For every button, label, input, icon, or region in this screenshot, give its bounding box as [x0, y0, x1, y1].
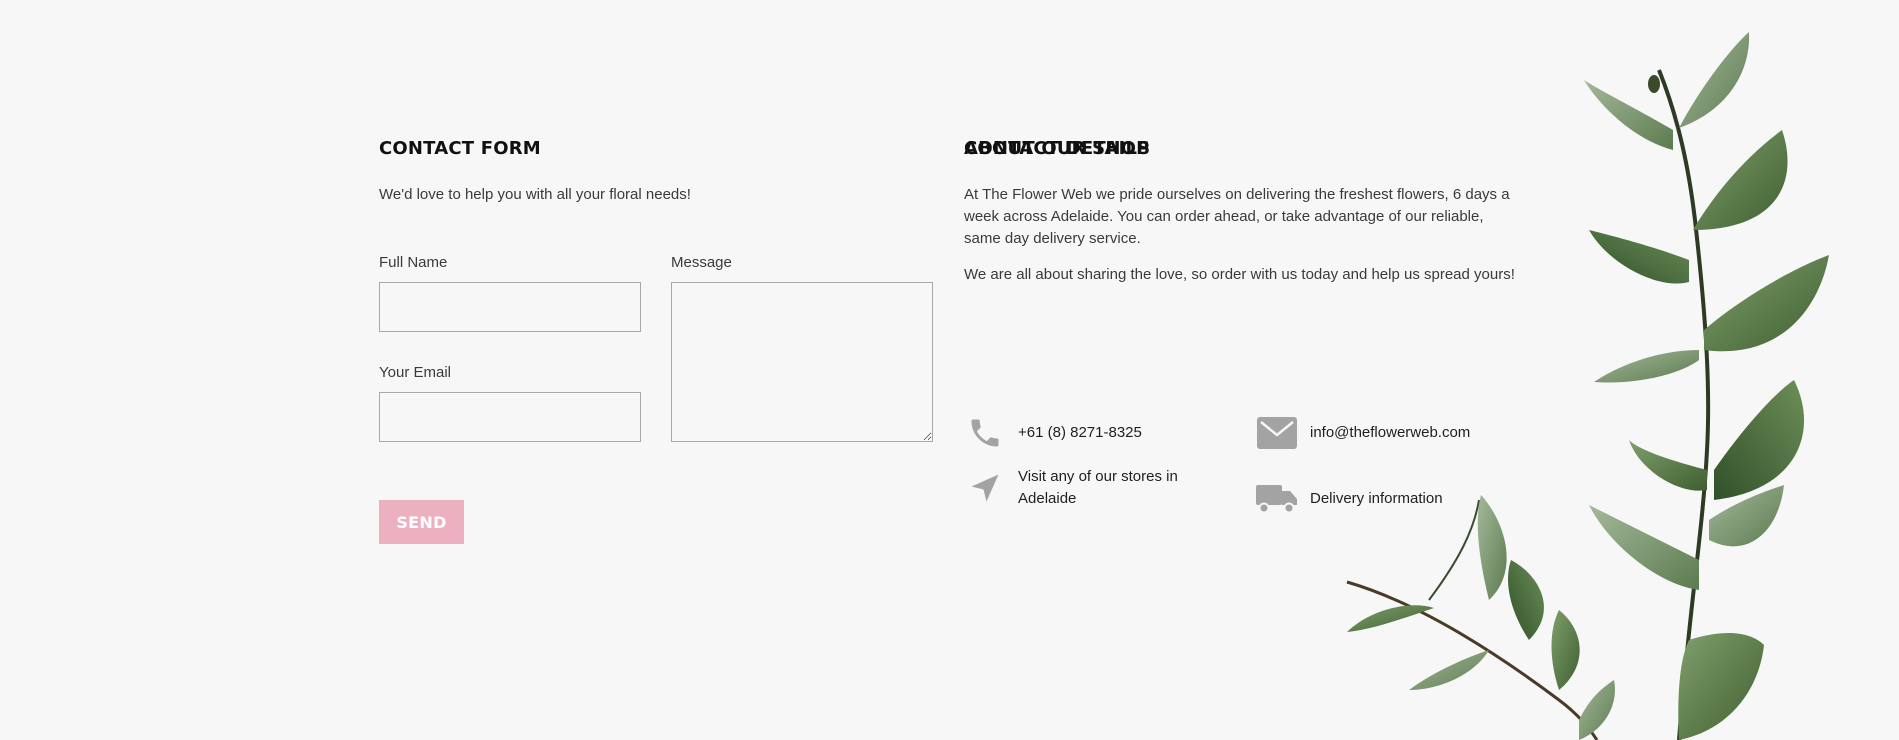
contact-stores[interactable]: Visit any of our stores in Adelaide [964, 466, 1208, 510]
eucalyptus-plant-image [1346, 32, 1829, 740]
contact-form-intro: We'd love to help you with all your flor… [379, 186, 691, 203]
email-label: Your Email [379, 364, 451, 381]
contact-form-title: CONTACT FORM [379, 138, 541, 159]
contact-details-title: CONTACT DETAILS [964, 138, 1151, 159]
email-text: info@theflowerweb.com [1310, 424, 1471, 441]
delivery-text: Delivery information [1310, 490, 1443, 507]
contact-page: CONTACT FORM We'd love to help you with … [0, 0, 1899, 740]
location-arrow-icon [964, 467, 1006, 509]
about-paragraph-1: At The Flower Web we pride ourselves on … [964, 186, 1510, 247]
phone-text: +61 (8) 8271-8325 [1018, 424, 1142, 441]
contact-email[interactable]: info@theflowerweb.com [1256, 412, 1470, 454]
message-label: Message [671, 254, 732, 271]
about-paragraph-2: We are all about sharing the love, so or… [964, 266, 1515, 283]
message-textarea[interactable] [671, 282, 933, 442]
truck-icon [1256, 478, 1298, 520]
contact-delivery[interactable]: Delivery information [1256, 478, 1443, 520]
stores-text: Visit any of our stores in Adelaide [1018, 468, 1178, 507]
send-button[interactable]: SEND [379, 500, 464, 544]
email-input[interactable] [379, 392, 641, 442]
envelope-icon [1256, 412, 1298, 454]
phone-icon [964, 412, 1006, 454]
full-name-label: Full Name [379, 254, 448, 271]
contact-phone[interactable]: +61 (8) 8271-8325 [964, 412, 1142, 454]
full-name-input[interactable] [379, 282, 641, 332]
